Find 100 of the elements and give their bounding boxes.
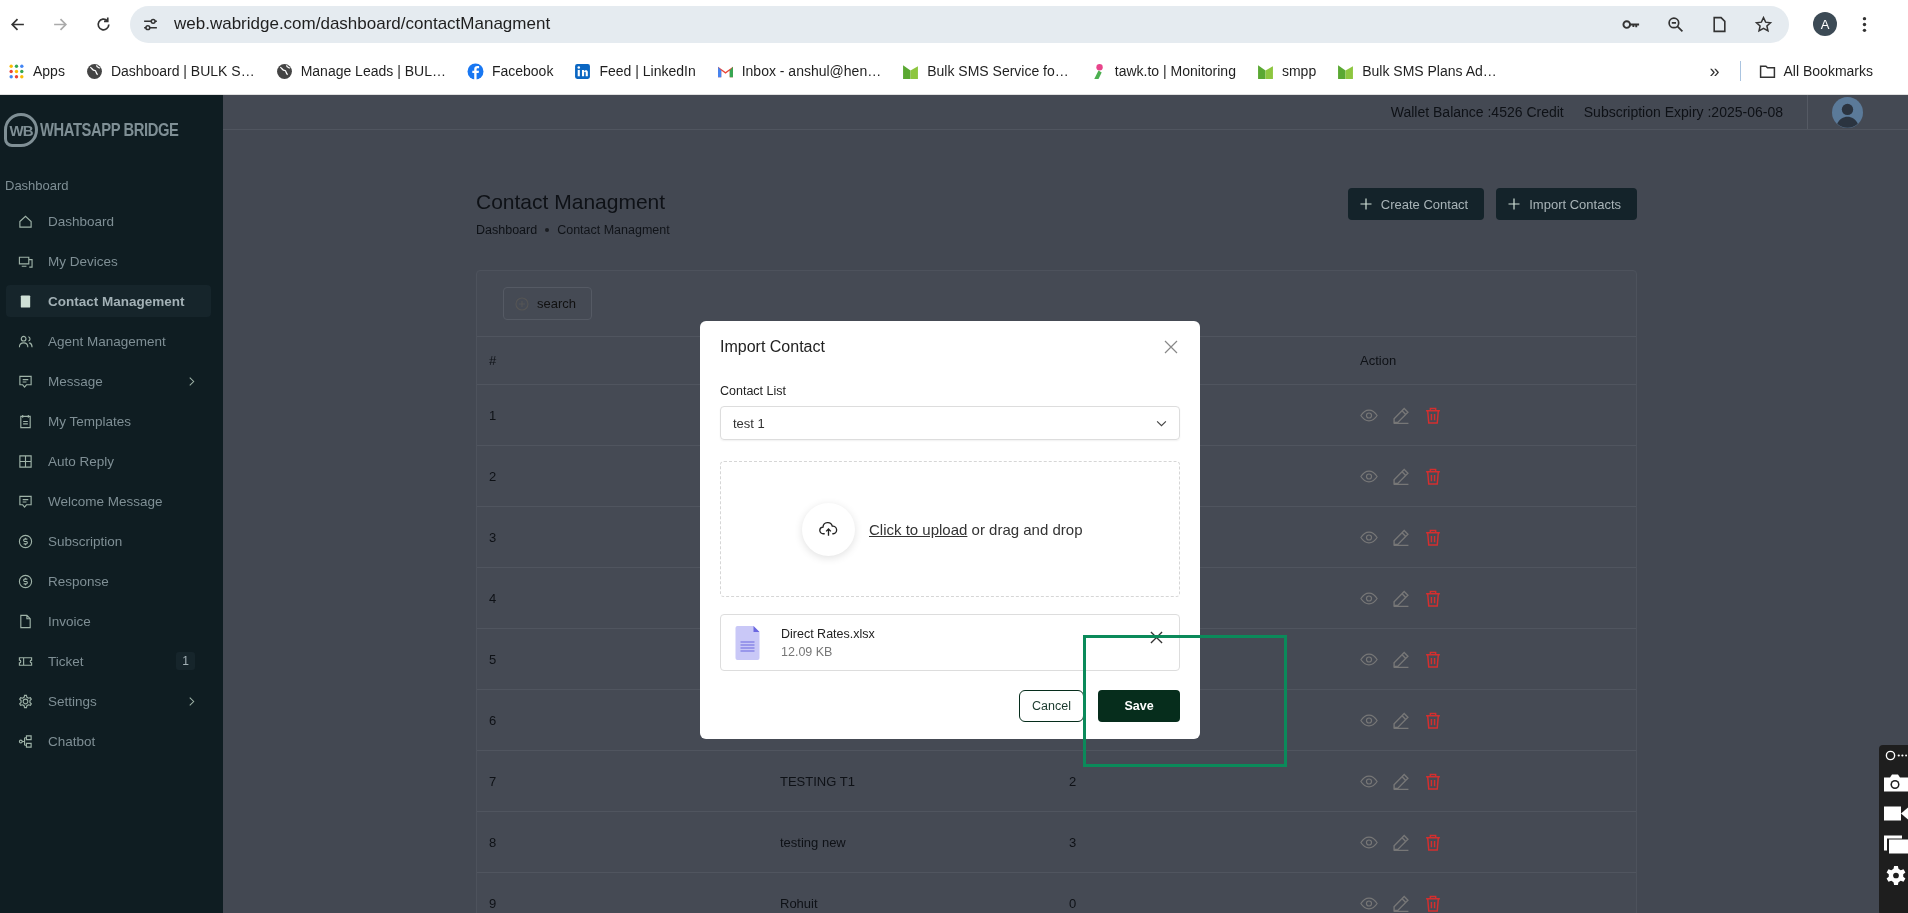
sidebar-item[interactable]: Chatbot bbox=[6, 725, 211, 757]
upload-link[interactable]: Click to upload bbox=[869, 520, 968, 538]
bookmark[interactable]: Feed | LinkedIn bbox=[574, 62, 696, 80]
bookmark[interactable]: Apps bbox=[8, 62, 65, 80]
sidebar-item[interactable]: Auto Reply bbox=[6, 445, 211, 477]
cancel-button[interactable]: Cancel bbox=[1019, 690, 1084, 722]
table-cell: Rohuit bbox=[780, 895, 818, 911]
book-icon bbox=[18, 293, 33, 309]
sidebar-item[interactable]: Subscription bbox=[6, 525, 211, 557]
delete-icon[interactable] bbox=[1424, 833, 1442, 851]
delete-icon[interactable] bbox=[1424, 528, 1442, 546]
profile-button[interactable]: A bbox=[1813, 12, 1837, 36]
gear-icon[interactable] bbox=[1884, 866, 1908, 885]
action-button[interactable]: Create Contact bbox=[1347, 188, 1485, 220]
sidebar-item[interactable]: Message bbox=[6, 365, 211, 397]
page-icon[interactable] bbox=[1710, 15, 1729, 33]
notepad-icon bbox=[18, 413, 33, 429]
edit-icon[interactable] bbox=[1392, 894, 1410, 912]
table-cell: 8 bbox=[489, 834, 497, 850]
table-cell: 3 bbox=[1069, 834, 1077, 850]
sidebar-item[interactable]: Ticket 1 bbox=[6, 645, 211, 677]
camera-icon[interactable] bbox=[1884, 773, 1908, 792]
site-icon bbox=[574, 62, 592, 80]
dialog-title: Import Contact bbox=[720, 338, 825, 356]
nodes-icon bbox=[18, 733, 33, 749]
address-bar[interactable]: web.wabridge.com/dashboard/contactManagment bbox=[130, 5, 1789, 43]
star-icon[interactable] bbox=[1754, 15, 1773, 33]
site-icon bbox=[466, 62, 484, 80]
remove-icon[interactable] bbox=[1150, 631, 1163, 644]
bookmark[interactable]: Bulk SMS Service fo… bbox=[902, 62, 1069, 80]
sidebar-item[interactable]: Dashboard bbox=[6, 205, 211, 237]
file-size: 12.09 KB bbox=[781, 644, 834, 659]
delete-icon[interactable] bbox=[1424, 467, 1442, 485]
edit-icon[interactable] bbox=[1392, 589, 1410, 607]
sidebar-item[interactable]: Welcome Message bbox=[6, 485, 211, 517]
table-cell: 0 bbox=[1069, 895, 1077, 911]
gear-icon bbox=[18, 693, 33, 709]
table-cell: 9 bbox=[489, 895, 497, 911]
sidebar-item[interactable]: Settings bbox=[6, 685, 211, 717]
edit-icon[interactable] bbox=[1392, 833, 1410, 851]
delete-icon[interactable] bbox=[1424, 589, 1442, 607]
table-cell: 2 bbox=[1069, 773, 1077, 789]
column-header: Action bbox=[1360, 353, 1397, 368]
windows-icon[interactable] bbox=[1884, 835, 1908, 854]
subscription-expiry: Subscription Expiry :2025-06-08 bbox=[1583, 104, 1783, 120]
chevron-down-icon bbox=[1156, 419, 1167, 427]
zoom-icon[interactable] bbox=[1666, 15, 1685, 33]
sidebar-item[interactable]: Response bbox=[6, 565, 211, 597]
edit-icon[interactable] bbox=[1392, 467, 1410, 485]
table-cell: 4 bbox=[489, 590, 497, 606]
sidebar-item[interactable]: Contact Management bbox=[6, 285, 211, 317]
edit-icon[interactable] bbox=[1392, 528, 1410, 546]
save-button[interactable]: Save bbox=[1098, 690, 1180, 722]
table-cell: 2 bbox=[489, 468, 497, 484]
page-title: Contact Managment bbox=[476, 189, 667, 215]
sidebar-item[interactable]: Agent Management bbox=[6, 325, 211, 357]
delete-icon[interactable] bbox=[1424, 894, 1442, 912]
edit-icon[interactable] bbox=[1392, 406, 1410, 424]
delete-icon[interactable] bbox=[1424, 650, 1442, 668]
table-cell: testing new bbox=[780, 834, 846, 850]
all-bookmarks-button[interactable]: All Bookmarks bbox=[1758, 62, 1873, 80]
bookmark[interactable]: Dashboard | BULK S… bbox=[85, 62, 255, 80]
grid-icon bbox=[8, 62, 25, 80]
upload-dropzone[interactable]: Click to upload or drag and drop bbox=[720, 461, 1180, 597]
grid-icon bbox=[18, 453, 33, 469]
breadcrumb-current: Contact Managment bbox=[557, 223, 670, 237]
bookmark[interactable]: Bulk SMS Plans Ad… bbox=[1337, 62, 1497, 80]
edit-icon[interactable] bbox=[1392, 772, 1410, 790]
video-camera-icon[interactable] bbox=[1884, 804, 1908, 823]
edit-icon[interactable] bbox=[1392, 711, 1410, 729]
edit-icon[interactable] bbox=[1392, 650, 1410, 668]
menu-icon[interactable] bbox=[1862, 15, 1867, 33]
bookmark[interactable]: smpp bbox=[1256, 62, 1317, 80]
sidebar-item[interactable]: My Devices bbox=[6, 245, 211, 277]
close-icon[interactable] bbox=[1164, 340, 1178, 354]
table-cell: 7 bbox=[489, 773, 497, 789]
delete-icon[interactable] bbox=[1424, 406, 1442, 424]
delete-icon[interactable] bbox=[1424, 772, 1442, 790]
delete-icon[interactable] bbox=[1424, 711, 1442, 729]
bookmark[interactable]: Manage Leads | BUL… bbox=[275, 62, 446, 80]
upload-instruction: Click to upload or drag and drop bbox=[869, 520, 1083, 538]
home-icon bbox=[18, 213, 33, 229]
globe-icon bbox=[275, 62, 293, 80]
action-button[interactable]: Import Contacts bbox=[1496, 188, 1637, 220]
bookmark[interactable]: Facebook bbox=[466, 62, 554, 80]
reload-icon[interactable] bbox=[95, 15, 112, 33]
bookmark[interactable]: tawk.to | Monitoring bbox=[1089, 62, 1236, 80]
more-bookmarks-button[interactable]: » bbox=[1709, 60, 1720, 82]
avatar[interactable] bbox=[1832, 96, 1863, 128]
site-icon bbox=[1337, 62, 1355, 80]
upload-button[interactable] bbox=[802, 502, 855, 556]
bookmark[interactable]: Inbox - anshul@hen… bbox=[716, 62, 882, 80]
people-icon bbox=[18, 333, 33, 349]
sidebar-item[interactable]: Invoice bbox=[6, 605, 211, 637]
wallet-balance: Wallet Balance :4526 Credit bbox=[1390, 104, 1564, 120]
table-cell: 3 bbox=[489, 529, 497, 545]
contact-list-select[interactable]: test 1 bbox=[720, 406, 1180, 440]
document-icon bbox=[735, 625, 760, 660]
sidebar-item[interactable]: My Templates bbox=[6, 405, 211, 437]
brand-name: WHATSAPP BRIDGE bbox=[40, 119, 179, 141]
